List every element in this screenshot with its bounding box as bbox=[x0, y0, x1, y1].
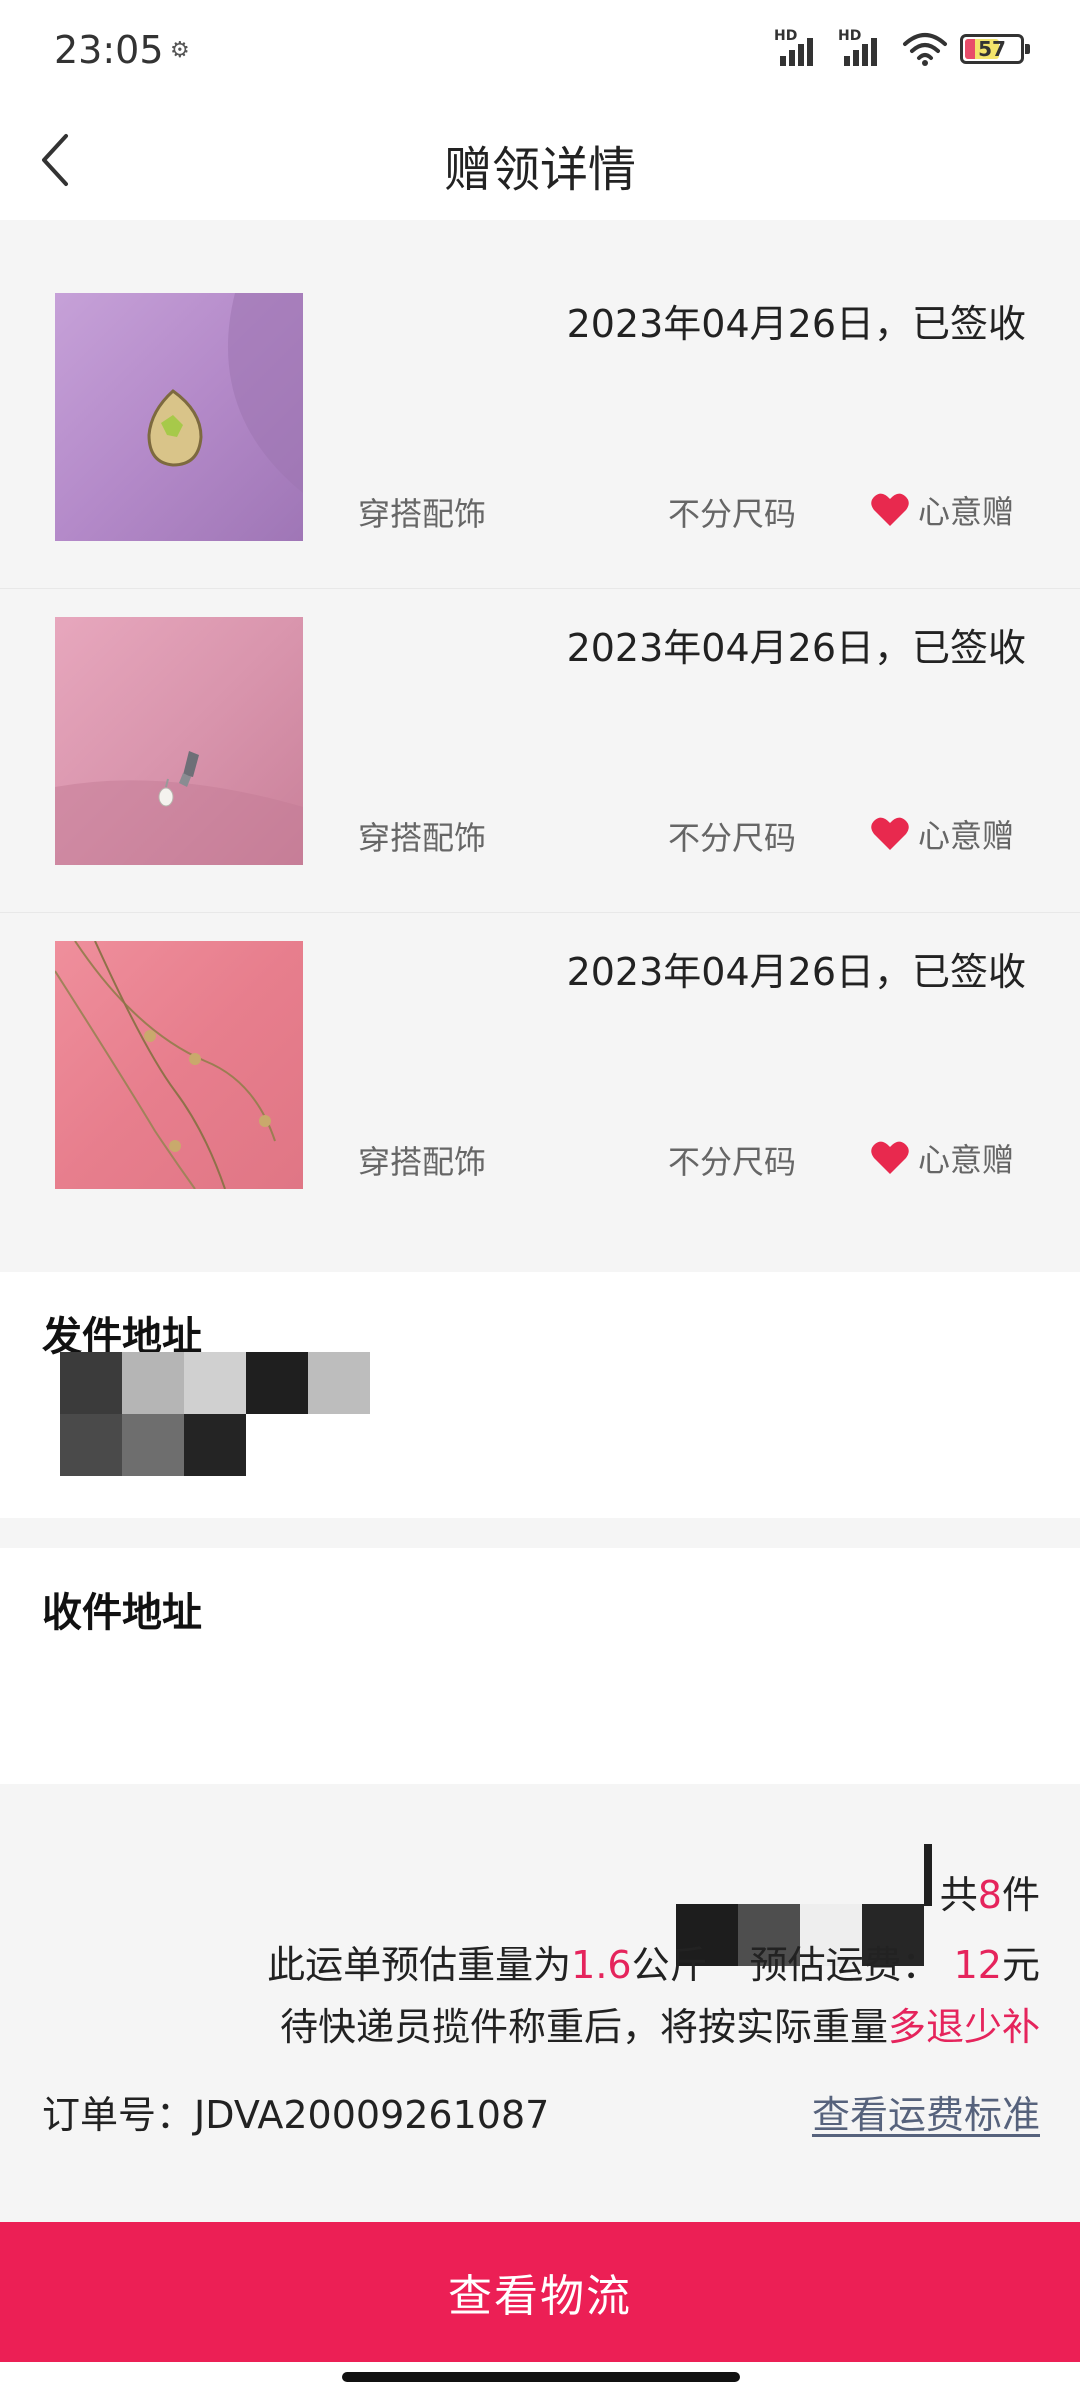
redacted-summary-info bbox=[924, 1844, 932, 1906]
weight-note: 待快递员揽件称重后，将按实际重量多退少补 bbox=[280, 1996, 1040, 2051]
item-photo[interactable] bbox=[55, 941, 303, 1189]
weight-value: 1.6 bbox=[571, 1943, 632, 1987]
count-value: 8 bbox=[977, 1873, 1002, 1917]
order-number-value: JDVA20009261087 bbox=[194, 2093, 550, 2137]
item-tag: 心意赠 bbox=[870, 1135, 1014, 1181]
send-address-section: 发件地址 bbox=[0, 1272, 1080, 1518]
item-size: 不分尺码 bbox=[668, 1143, 797, 1181]
order-number: 订单号：JDVA20009261087 bbox=[42, 2084, 549, 2139]
heart-icon bbox=[871, 817, 909, 850]
page-title: 赠领详情 bbox=[443, 142, 636, 198]
list-item[interactable]: 2023年04月26日，已签收 穿搭配饰 不分尺码 心意赠 bbox=[0, 913, 1080, 1237]
count-suffix: 件 bbox=[1001, 1873, 1040, 1917]
count-prefix: 共 bbox=[939, 1873, 978, 1917]
item-date-status: 2023年04月26日，已签收 bbox=[566, 302, 1026, 346]
weight-unit: 公斤 bbox=[631, 1943, 708, 1987]
order-label: 订单号： bbox=[42, 2093, 195, 2137]
page: 23:05 ⚙ HD HD 57 赠领详情 2023年04月26日，已签收 穿搭… bbox=[0, 0, 1080, 2400]
status-bar: 23:05 ⚙ HD HD 57 bbox=[0, 0, 1080, 100]
gear-icon: ⚙ bbox=[170, 38, 190, 63]
signal-icon: HD bbox=[774, 28, 826, 66]
item-tag: 心意赠 bbox=[870, 811, 1014, 857]
item-count: 共8件 bbox=[940, 1864, 1040, 1919]
item-photo[interactable] bbox=[55, 293, 303, 541]
fee-label: 预估运费： bbox=[749, 1943, 940, 1987]
weight-fee-line: 此运单预估重量为1.6公斤 预估运费： 12元 bbox=[267, 1934, 1040, 1989]
battery-level: 57 bbox=[978, 37, 1006, 61]
fee-value: 12 bbox=[953, 1943, 1002, 1987]
item-category: 穿搭配饰 bbox=[358, 1143, 487, 1181]
item-tag-label: 心意赠 bbox=[918, 817, 1015, 855]
item-tag-label: 心意赠 bbox=[918, 493, 1015, 531]
battery-icon: 57 bbox=[960, 34, 1030, 64]
signal-icon: HD bbox=[838, 28, 890, 66]
fee-standard-link[interactable]: 查看运费标准 bbox=[812, 2084, 1040, 2139]
item-list: 2023年04月26日，已签收 穿搭配饰 不分尺码 心意赠 2023年04月26… bbox=[0, 265, 1080, 1237]
list-item[interactable]: 2023年04月26日，已签收 穿搭配饰 不分尺码 心意赠 bbox=[0, 265, 1080, 589]
item-category: 穿搭配饰 bbox=[358, 819, 487, 857]
view-logistics-button[interactable]: 查看物流 bbox=[0, 2222, 1080, 2362]
note-prefix: 待快递员揽件称重后，将按实际重量 bbox=[279, 2005, 888, 2049]
item-photo[interactable] bbox=[55, 617, 303, 865]
heart-icon bbox=[871, 493, 909, 526]
redacted-sender-info bbox=[60, 1352, 370, 1480]
home-indicator[interactable] bbox=[342, 2372, 740, 2382]
weight-prefix: 此运单预估重量为 bbox=[267, 1943, 572, 1987]
wifi-icon bbox=[903, 33, 947, 66]
fee-unit: 元 bbox=[1001, 1943, 1040, 1987]
receive-address-section: 收件地址 bbox=[0, 1548, 1080, 1784]
status-time: 23:05 bbox=[54, 28, 164, 72]
list-item[interactable]: 2023年04月26日，已签收 穿搭配饰 不分尺码 心意赠 bbox=[0, 589, 1080, 913]
item-category: 穿搭配饰 bbox=[358, 495, 487, 533]
item-size: 不分尺码 bbox=[668, 819, 797, 857]
item-size: 不分尺码 bbox=[668, 495, 797, 533]
item-date-status: 2023年04月26日，已签收 bbox=[566, 950, 1026, 994]
item-date-status: 2023年04月26日，已签收 bbox=[566, 626, 1026, 670]
item-tag: 心意赠 bbox=[870, 487, 1014, 533]
heart-icon bbox=[871, 1141, 909, 1174]
item-tag-label: 心意赠 bbox=[918, 1141, 1015, 1179]
order-summary: 共8件 此运单预估重量为1.6公斤 预估运费： 12元 待快递员揽件称重后，将按实际… bbox=[0, 1784, 1080, 2220]
nav-bar: 赠领详情 bbox=[0, 100, 1080, 220]
status-icons: HD HD 57 bbox=[774, 28, 1030, 66]
note-accent: 多退少补 bbox=[887, 2005, 1040, 2049]
receive-address-title: 收件地址 bbox=[42, 1590, 202, 1636]
